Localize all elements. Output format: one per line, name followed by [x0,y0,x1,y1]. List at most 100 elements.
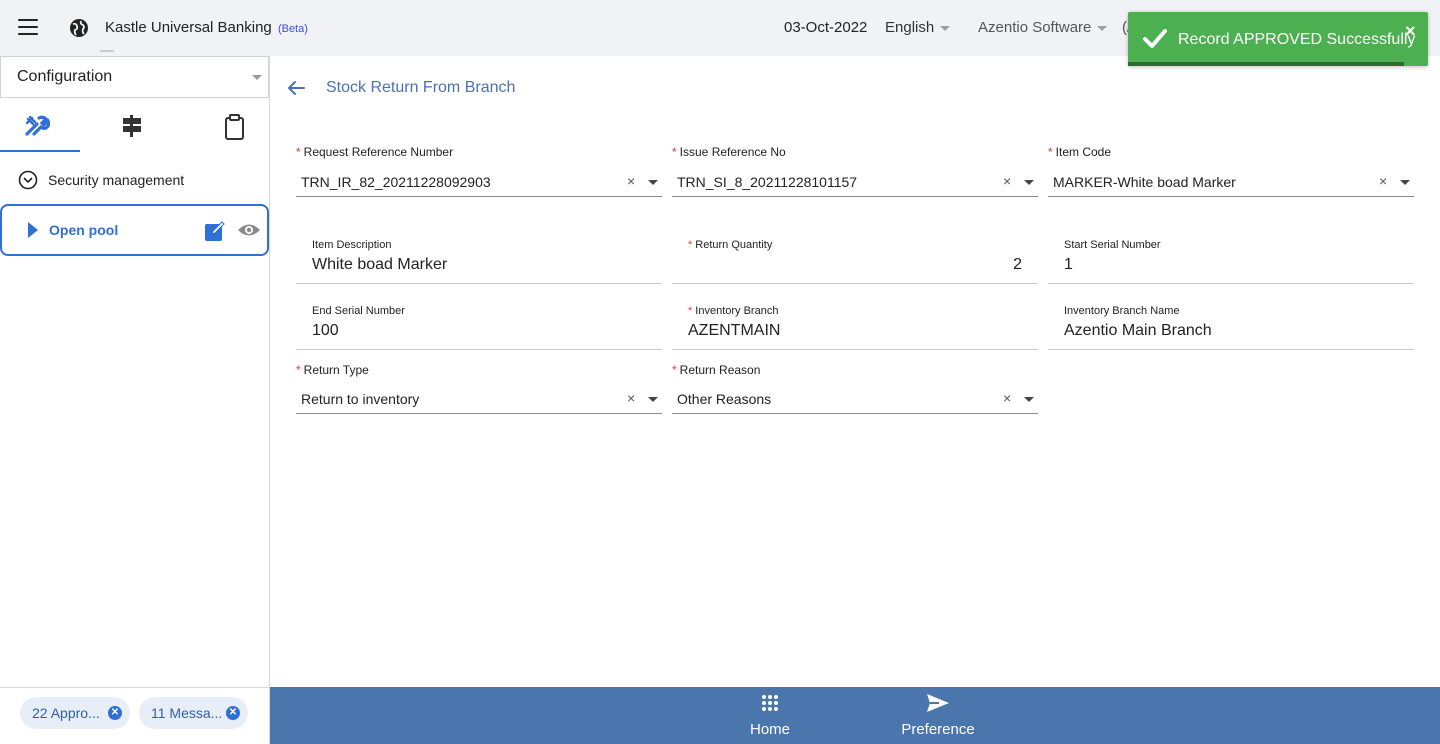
field-label: * Inventory Branch [688,305,778,317]
return-quantity-field[interactable]: * Return Quantity 2 [672,238,1038,286]
required-mark: * [688,305,693,317]
field-label: Start Serial Number [1064,239,1161,251]
field-value: 1 [1064,256,1073,273]
field-label: * Return Quantity [688,239,772,251]
label-text: Return Reason [679,363,761,377]
globe-icon[interactable] [69,18,89,38]
field-underline [1048,283,1414,284]
field-underline [296,413,662,414]
tools-icon [25,115,50,136]
sidebar-group-label: Security management [48,172,185,188]
nav-home[interactable]: Home [740,693,800,738]
app-title-text: Kastle Universal Banking [105,19,272,36]
chip-label: 11 Messa... [151,705,223,721]
field-value: White boad Marker [312,256,448,273]
close-icon[interactable]: ✕ [108,706,122,720]
tab-clipboard[interactable] [198,102,278,152]
bottom-nav: Home Preference [270,687,1440,744]
clear-icon[interactable]: × [627,390,635,406]
inventory-branch-field[interactable]: * Inventory Branch AZENTMAIN [672,304,1038,352]
sidebar-tabs [0,102,269,152]
sidebar-item-label: Open pool [49,222,119,238]
module-select-value: Configuration [17,68,113,85]
inventory-branch-name-field[interactable]: Inventory Branch Name Azentio Main Branc… [1048,304,1414,352]
app-title: Kastle Universal Banking (Beta) [105,19,308,36]
field-label: * Request Reference Number [296,145,453,159]
field-value: 100 [312,322,339,339]
approvals-chip[interactable]: 22 Appro... ✕ [20,697,130,729]
nav-preference[interactable]: Preference [898,693,978,738]
page-title: Stock Return From Branch [326,79,516,96]
field-underline [672,283,1038,284]
required-mark: * [672,145,677,159]
field-value: Azentio Main Branch [1064,322,1212,339]
chevron-down-icon[interactable] [1024,397,1034,402]
nav-home-label: Home [749,721,790,738]
beta-badge: (Beta) [277,23,308,35]
field-label: * Return Reason [672,363,760,377]
tab-tools[interactable] [0,102,80,152]
back-arrow-icon[interactable] [286,79,306,97]
field-underline [296,283,662,284]
chevron-down-icon [940,25,951,31]
issue-reference-field[interactable]: * Issue Reference No TRN_SI_8_20211228101… [672,145,1038,199]
language-label: English [885,19,935,36]
request-reference-field[interactable]: * Request Reference Number TRN_IR_82_2021… [296,145,662,199]
play-icon [28,222,38,238]
clear-icon[interactable]: × [627,173,635,189]
clipboard-icon [225,114,244,140]
sidebar-item-open-pool[interactable]: Open pool [0,204,269,256]
field-value: MARKER-White boad Marker [1053,174,1236,190]
required-mark: * [688,239,693,251]
chevron-down-icon[interactable] [648,397,658,402]
organization-dropdown[interactable]: Azentio Software [978,19,1108,36]
chevron-down-icon[interactable] [648,180,658,185]
start-serial-field[interactable]: Start Serial Number 1 [1048,238,1414,286]
item-code-field[interactable]: * Item Code MARKER-White boad Marker × [1048,145,1414,199]
chevron-down-icon[interactable] [1024,180,1034,185]
label-text: Issue Reference No [679,145,786,159]
clear-icon[interactable]: × [1003,173,1011,189]
chip-label: 22 Appro... [32,705,100,721]
field-underline [672,196,1038,197]
toast-message: Record APPROVED Successfully [1178,31,1416,48]
field-underline [296,349,662,350]
return-type-field[interactable]: * Return Type Return to inventory × [296,363,662,417]
organization-label: Azentio Software [978,19,1092,36]
chevron-down-icon[interactable] [1400,180,1410,185]
check-icon [1143,29,1167,48]
business-date: 03-Oct-2022 [784,19,868,36]
clear-icon[interactable]: × [1379,173,1387,189]
close-icon[interactable]: ✕ [226,706,240,720]
toast-progress-bar [1128,62,1404,66]
language-dropdown[interactable]: English [885,19,951,36]
return-reason-field[interactable]: * Return Reason Other Reasons × [672,363,1038,417]
item-description-field[interactable]: Item Description White boad Marker [296,238,662,286]
required-mark: * [1048,145,1053,159]
field-underline [672,413,1038,414]
send-icon [927,694,949,712]
signpost-icon [123,115,141,137]
chevron-down-icon [1097,25,1108,31]
label-text: Return Quantity [695,239,773,251]
edit-icon[interactable] [204,220,226,242]
clear-icon[interactable]: × [1003,390,1011,406]
field-value: Other Reasons [677,391,772,407]
module-select[interactable]: Configuration [0,56,269,98]
menu-icon[interactable] [18,19,38,37]
eye-icon[interactable] [237,222,261,238]
messages-chip[interactable]: 11 Messa... ✕ [139,697,248,729]
field-underline [296,196,662,197]
end-serial-field[interactable]: End Serial Number 100 [296,304,662,352]
field-label: Item Description [312,239,392,251]
field-value: TRN_SI_8_20211228101157 [677,174,858,190]
notification-chips: 22 Appro... ✕ 11 Messa... ✕ [0,687,269,737]
required-mark: * [296,363,301,377]
chevron-circle-down-icon [18,170,38,190]
field-label: Inventory Branch Name [1064,305,1180,317]
required-mark: * [672,363,677,377]
divider [100,50,114,52]
close-icon[interactable]: × [1405,22,1416,40]
tab-signpost[interactable] [95,102,175,152]
apps-grid-icon [762,695,778,711]
